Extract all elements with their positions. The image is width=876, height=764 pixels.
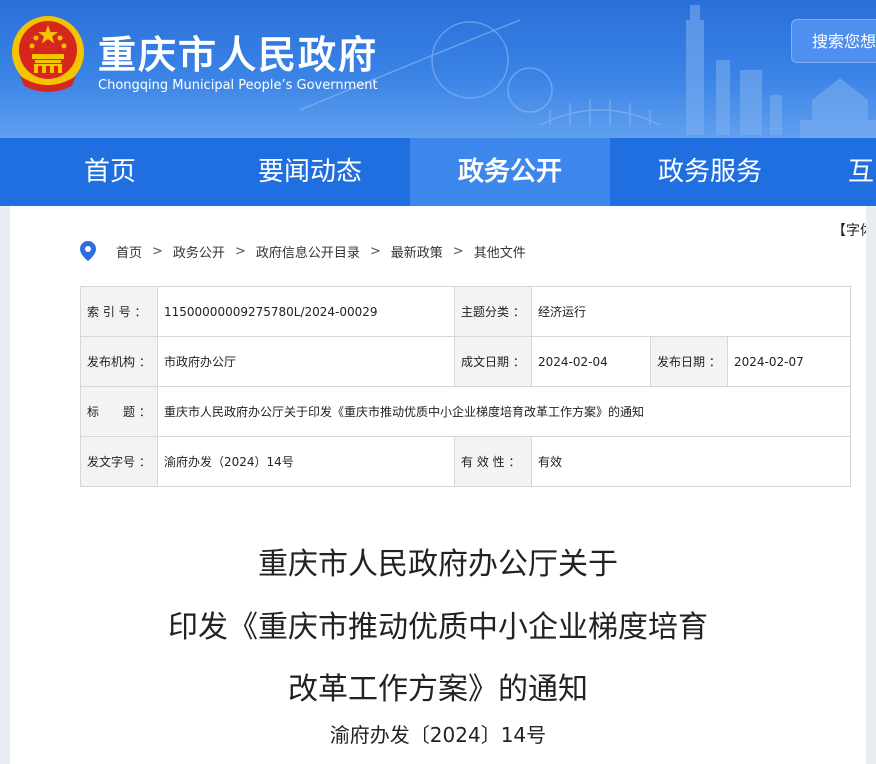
chevron-right-icon: > (452, 243, 464, 259)
nav-item-home[interactable]: 首页 (40, 138, 180, 206)
index-value: 11500000009275780L/2024-00029 (157, 286, 455, 337)
breadcrumb: 首页 > 政务公开 > 政府信息公开目录 > 最新政策 > 其他文件 (80, 241, 526, 261)
breadcrumb-gov-affairs[interactable]: 政务公开 (173, 242, 225, 261)
document-title-line-2: 印发《重庆市推动优质中小企业梯度培育 (168, 610, 708, 645)
nav-item-interaction[interactable]: 互 (848, 138, 876, 206)
nav-item-gov-affairs[interactable]: 政务公开 (410, 138, 610, 206)
nav-item-gov-services[interactable]: 政务服务 (610, 138, 810, 206)
breadcrumb-home[interactable]: 首页 (116, 242, 142, 261)
national-emblem-icon (12, 16, 84, 92)
table-row: 标 题 ： 重庆市人民政府办公厅关于印发《重庆市推动优质中小企业梯度培育改革工作… (80, 386, 852, 437)
page-margin (866, 206, 876, 764)
index-label: 索 引 号 ： (80, 286, 158, 337)
table-row: 索 引 号 ： 11500000009275780L/2024-00029 主题… (80, 286, 852, 337)
topic-label: 主题分类 ： (454, 286, 532, 337)
chevron-right-icon: > (234, 243, 246, 259)
font-size-control[interactable]: 【字体： (832, 220, 866, 240)
publish-date-label: 发布日期 ： (650, 336, 728, 387)
validity-label: 有 效 性 ： (454, 436, 532, 487)
location-pin-icon (80, 241, 96, 261)
document-number: 渝府办发〔2024〕14号 (329, 723, 547, 747)
breadcrumb-info-catalog[interactable]: 政府信息公开目录 (256, 242, 360, 261)
breadcrumb-other-files[interactable]: 其他文件 (474, 242, 526, 261)
written-date-value: 2024-02-04 (531, 336, 651, 387)
publish-date-value: 2024-02-07 (726, 336, 852, 387)
validity-value: 有效 (530, 436, 852, 487)
chevron-right-icon: > (152, 243, 163, 259)
breadcrumb-latest-policy[interactable]: 最新政策 (391, 242, 443, 261)
written-date-label: 成文日期 ： (454, 336, 532, 387)
article-content: 【字体： 首页 > 政务公开 > 政府信息公开目录 > 最新政策 > 其他文件 … (10, 206, 866, 764)
site-title: 重庆市人民政府 (98, 33, 379, 77)
topic-value: 经济运行 (530, 286, 852, 337)
document-title-line-3: 改革工作方案》的通知 (288, 672, 588, 707)
site-header: 重庆市人民政府 Chongqing Municipal People’s Gov… (0, 0, 876, 138)
nav-item-news[interactable]: 要闻动态 (210, 138, 410, 206)
document-metadata-table: 索 引 号 ： 11500000009275780L/2024-00029 主题… (80, 286, 852, 487)
chevron-right-icon: > (369, 243, 381, 259)
publisher-value: 市政府办公厅 (157, 336, 455, 387)
site-subtitle: Chongqing Municipal People’s Government (98, 78, 378, 93)
title-value: 重庆市人民政府办公厅关于印发《重庆市推动优质中小企业梯度培育改革工作方案》的通知 (156, 386, 852, 437)
doc-number-label: 发文字号 ： (80, 436, 158, 487)
search-box[interactable]: 搜索您想 (791, 19, 876, 63)
main-nav: 首页 要闻动态 政务公开 政务服务 互 (0, 138, 876, 206)
title-label: 标 题 ： (80, 386, 158, 437)
table-row: 发布机构 ： 市政府办公厅 成文日期 ： 2024-02-04 发布日期 ： 2… (80, 336, 852, 387)
doc-number-value: 渝府办发（2024）14号 (157, 436, 455, 487)
document-title-line-1: 重庆市人民政府办公厅关于 (258, 547, 618, 582)
publisher-label: 发布机构 ： (80, 336, 158, 387)
table-row: 发文字号 ： 渝府办发（2024）14号 有 效 性 ： 有效 (80, 436, 852, 487)
